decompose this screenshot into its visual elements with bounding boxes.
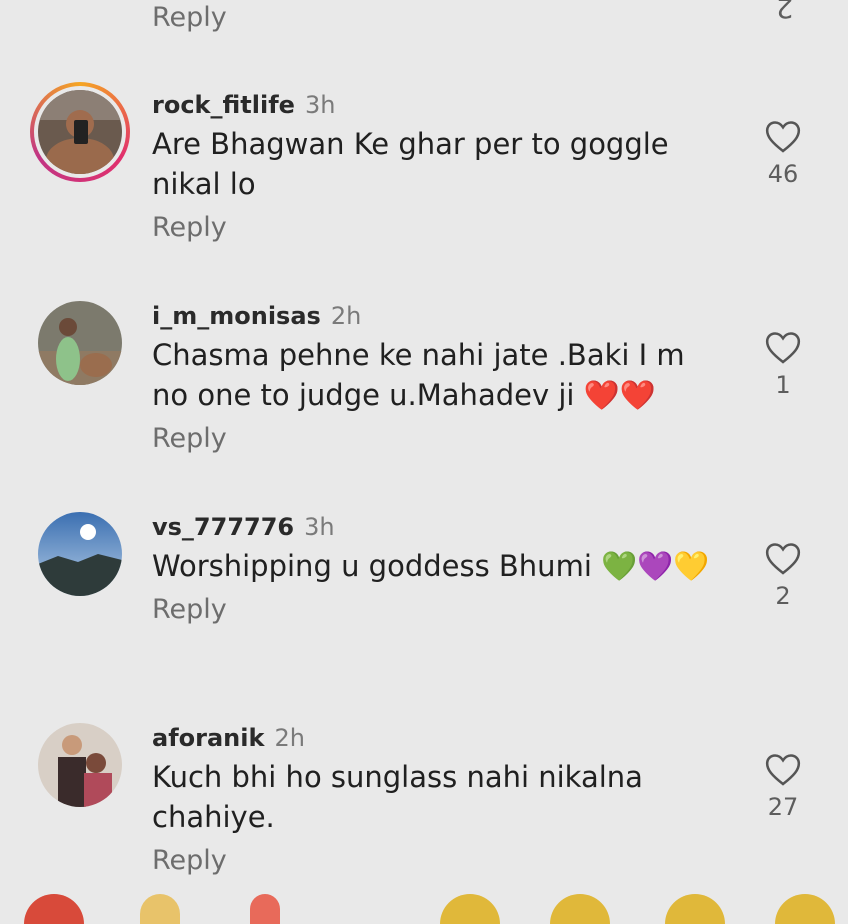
avatar[interactable] [30, 82, 130, 182]
comment-time: 2h [274, 724, 305, 752]
reply-button[interactable]: Reply [152, 423, 722, 454]
comment-time: 2h [330, 302, 362, 330]
reply-button[interactable]: Reply [152, 594, 722, 625]
emoji-icon[interactable] [140, 894, 180, 924]
comment-time: 3h [304, 91, 336, 119]
like-button[interactable]: 2 [760, 540, 806, 610]
reply-button[interactable]: Reply [152, 845, 722, 876]
like-button[interactable]: 1 [760, 329, 806, 399]
avatar[interactable] [38, 512, 122, 596]
heart-icon [765, 121, 801, 153]
avatar[interactable] [38, 723, 122, 807]
comment-item: vs_777776 3h Worshipping u goddess Bhumi… [0, 512, 848, 712]
comment-item: rock_fitlife 3h Are Bhagwan Ke ghar per … [0, 82, 848, 290]
heart-emoji-icon[interactable] [24, 894, 84, 924]
heart-icon [765, 332, 801, 364]
heart-icon [765, 543, 801, 575]
like-button[interactable]: 46 [760, 118, 806, 188]
emoji-icon[interactable] [665, 894, 725, 924]
comment-text: Worshipping u goddess Bhumi 💚💜💛 [152, 549, 710, 583]
emoji-reaction-bar [0, 880, 848, 924]
reply-button[interactable]: Reply [152, 212, 722, 243]
comment-username[interactable]: aforanik [152, 723, 264, 753]
like-count: 2 [775, 582, 791, 610]
avatar[interactable] [38, 301, 122, 385]
like-count: 46 [767, 160, 799, 188]
like-button[interactable]: 27 [760, 751, 806, 821]
comment-username[interactable]: i_m_monisas [152, 301, 321, 331]
like-count: 2 [775, 0, 793, 23]
like-count: 27 [767, 793, 799, 821]
reply-button[interactable]: Reply [152, 2, 227, 33]
comment-username[interactable]: rock_fitlife [152, 90, 295, 120]
emoji-icon[interactable] [775, 894, 835, 924]
comment-item: i_m_monisas 2h Chasma pehne ke nahi jate… [0, 301, 848, 501]
emoji-icon[interactable] [440, 894, 500, 924]
comment-username[interactable]: vs_777776 [152, 512, 294, 542]
like-count: 1 [775, 371, 791, 399]
emoji-icon[interactable] [550, 894, 610, 924]
emoji-icon[interactable] [250, 894, 280, 924]
comment-text: Chasma pehne ke nahi jate .Baki I m no o… [152, 338, 685, 412]
comment-text: Kuch bhi ho sunglass nahi nikalna chahiy… [152, 760, 643, 834]
comment-text: Are Bhagwan Ke ghar per to goggle nikal … [152, 127, 669, 201]
heart-icon [765, 754, 801, 786]
comment-time: 3h [304, 513, 335, 541]
